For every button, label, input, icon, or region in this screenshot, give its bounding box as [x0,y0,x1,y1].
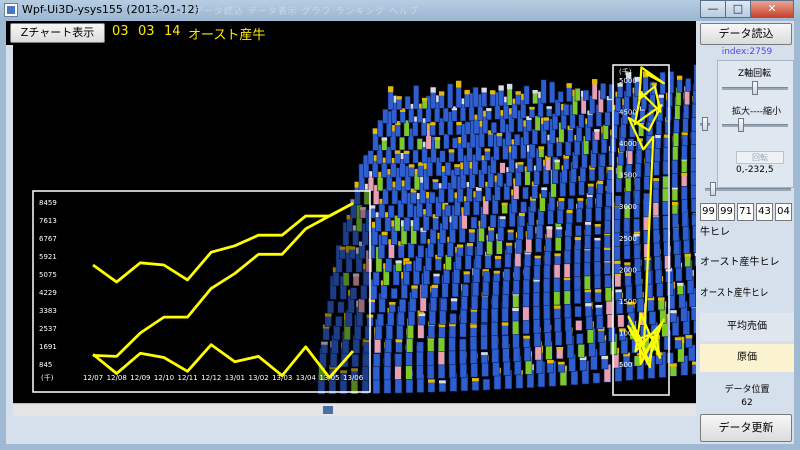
y-tick-label: 845 [39,361,52,369]
data-position-value: 62 [741,398,753,408]
close-button[interactable]: ✕ [750,0,794,18]
header-value-3: 14 [164,24,181,39]
right-y-tick-label: 4000 [619,140,637,148]
right-y-tick-label: 3000 [619,203,637,211]
rotate-button[interactable]: 回転 [736,151,784,164]
cost-strip[interactable]: 原価 [700,344,794,372]
right-y-tick-label: 1500 [619,298,637,306]
load-data-button[interactable]: データ読込 [700,23,792,45]
3d-viewport[interactable]: 845 1691 2537 3383 4229 5075 5921 6767 7613 8459 (… [13,44,696,404]
x-tick-label: 13/06 [343,374,364,382]
z-chart-button[interactable]: Zチャート表示 [10,23,105,43]
product-item-1[interactable]: 牛ヒレ [700,223,730,238]
zoom-label: 拡大----縮小 [732,107,781,117]
right-y-axis-unit: (千) [619,67,632,76]
rotate-value: 0,-232,5 [736,165,774,175]
update-data-button[interactable]: データ更新 [700,414,792,442]
vertical-slider-thumb[interactable] [702,117,708,131]
number-box-4[interactable]: 43 [756,203,773,221]
x-tick-label: 12/07 [83,374,103,382]
x-tick-label: 12/10 [154,374,174,382]
x-tick-label: 13/04 [296,374,317,382]
number-box-3[interactable]: 71 [737,203,754,221]
number-box-1[interactable]: 99 [700,203,717,221]
y-axis-unit: (千) [41,373,54,382]
y-tick-label: 7613 [39,217,57,225]
x-tick-label: 13/02 [249,374,269,382]
header-value-1: 03 [112,24,129,39]
right-y-tick-label: 500 [619,361,632,369]
horizontal-scrollbar[interactable] [13,403,696,416]
data-position-label: データ位置 [724,385,770,395]
right-y-tick-label: 4500 [619,109,637,117]
x-tick-label: 12/11 [178,374,198,382]
x-tick-label: 12/09 [130,374,150,382]
y-tick-label: 1691 [39,343,57,351]
zoom-slider-thumb[interactable] [738,118,744,132]
product-item-3[interactable]: オースト産牛ヒレ [700,284,768,299]
y-tick-label: 4229 [39,289,57,297]
x-tick-label: 12/12 [201,374,221,382]
zoom-slider-track[interactable] [722,124,788,127]
y-tick-label: 5075 [39,271,57,279]
index-label: index:2759 [721,47,773,57]
z-rotate-label: Z軸回転 [738,69,772,79]
x-tick-label: 12/08 [107,374,127,382]
y-tick-label: 6767 [39,235,57,243]
right-y-tick-label: 3500 [619,172,637,180]
right-y-tick-label: 2000 [619,266,637,274]
header-value-2: 03 [138,24,155,39]
title-ghost-menu: ファイル データ読込 データ表示 グラフ ランキング ヘルプ [150,7,420,17]
product-item-2[interactable]: オースト産牛ヒレ [700,253,780,268]
maximize-button[interactable]: □ [725,0,751,18]
y-tick-label: 3383 [39,307,57,315]
y-tick-label: 8459 [39,199,57,207]
right-y-tick-label: 2500 [619,235,637,243]
right-y-tick-label: 5000 [619,77,637,85]
number-box-5[interactable]: 04 [775,203,792,221]
top-bar [6,21,696,45]
y-tick-label: 2537 [39,325,57,333]
position-slider-thumb[interactable] [710,182,716,196]
avg-price-strip[interactable]: 平均売価 [700,313,794,341]
x-tick-label: 13/01 [225,374,245,382]
position-slider-track[interactable] [705,188,791,191]
cost-label: 原価 [737,352,757,363]
z-chart-overlay: 845 1691 2537 3383 4229 5075 5921 6767 7613 8459 (… [32,64,670,396]
avg-price-label: 平均売価 [727,321,767,332]
app-icon [4,3,18,17]
minimize-button[interactable]: — [700,0,726,18]
y-tick-label: 5921 [39,253,57,261]
z-rotate-slider-thumb[interactable] [752,81,758,95]
header-product-name: オースト産牛 [188,28,266,43]
scrollbar-thumb[interactable] [323,406,333,414]
number-box-2[interactable]: 99 [718,203,735,221]
